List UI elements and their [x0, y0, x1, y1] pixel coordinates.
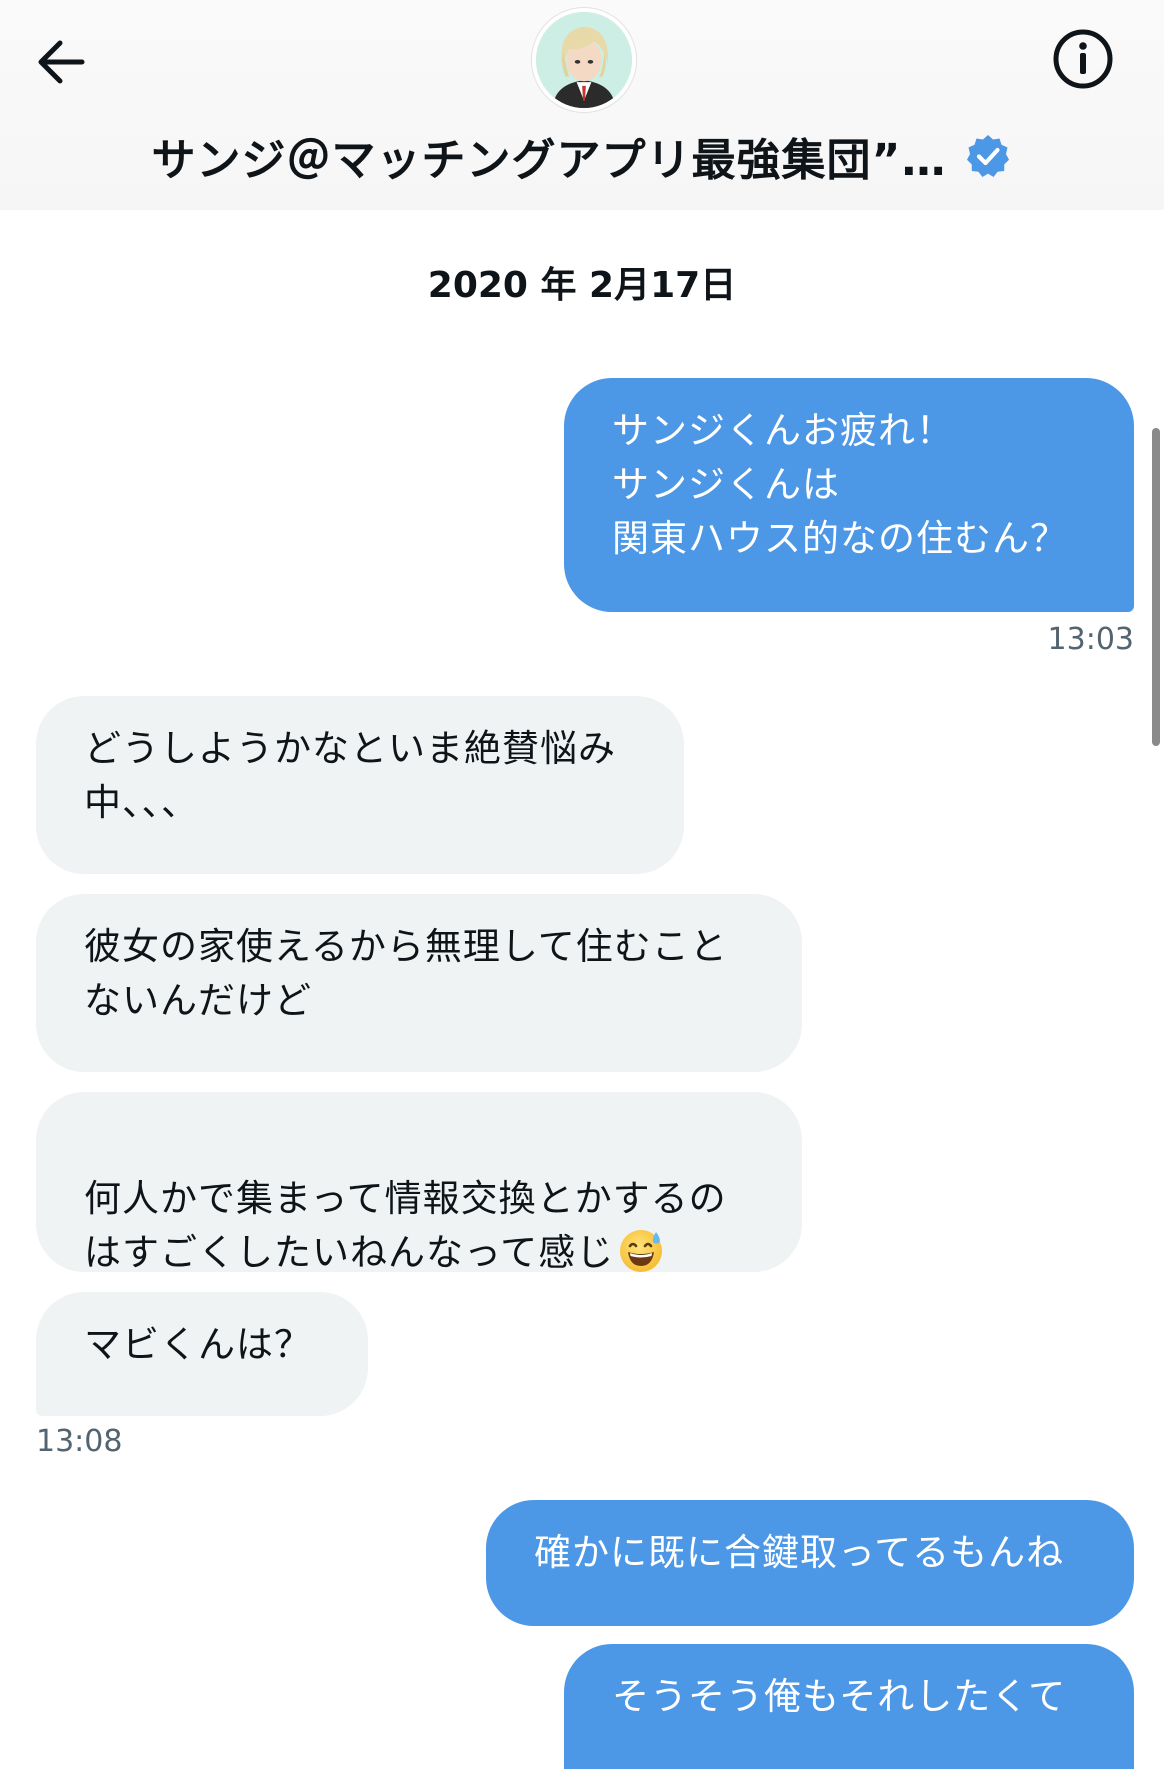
- account-name: サンジ＠マッチングアプリ最強集団”…: [151, 135, 947, 186]
- message-bubble-outgoing[interactable]: 確かに既に合鍵取ってるもんね: [486, 1500, 1134, 1626]
- message-bubble-incoming[interactable]: どうしようかなといま絶賛悩み 中、、、: [36, 696, 684, 874]
- message-bubble-incoming[interactable]: 彼女の家使えるから無理して住むこと ないんだけど: [36, 894, 802, 1072]
- avatar-image: [536, 12, 632, 108]
- message-bubble-outgoing[interactable]: そうそう俺もそれしたくて: [564, 1644, 1134, 1769]
- message-bubble-incoming[interactable]: マビくんは？: [36, 1292, 368, 1416]
- date-separator: 2020 年 2月17日: [427, 265, 737, 306]
- message-timestamp: 13:08: [36, 1424, 123, 1459]
- scrollbar-thumb[interactable]: [1152, 428, 1160, 746]
- avatar[interactable]: [532, 8, 636, 112]
- message-bubble-incoming[interactable]: 何人かで集まって情報交換とかするの はすごくしたいねんなって感じ: [36, 1092, 802, 1274]
- arrow-left-icon: [38, 40, 85, 84]
- info-circle-icon: [1053, 29, 1113, 89]
- message-bubble-outgoing[interactable]: サンジくんお疲れ！ サンジくんは 関東ハウス的なの住むん？: [564, 378, 1134, 612]
- account-title[interactable]: サンジ＠マッチングアプリ最強集団”…: [90, 124, 1074, 188]
- conversation-info-button[interactable]: [1050, 26, 1116, 92]
- back-button[interactable]: [30, 30, 94, 94]
- grinning-face-with-sweat-icon: [618, 1228, 664, 1274]
- message-timestamp: 13:03: [1047, 622, 1134, 657]
- conversation-header: サンジ＠マッチングアプリ最強集団”…: [0, 0, 1164, 210]
- verified-badge-icon: [964, 132, 1012, 180]
